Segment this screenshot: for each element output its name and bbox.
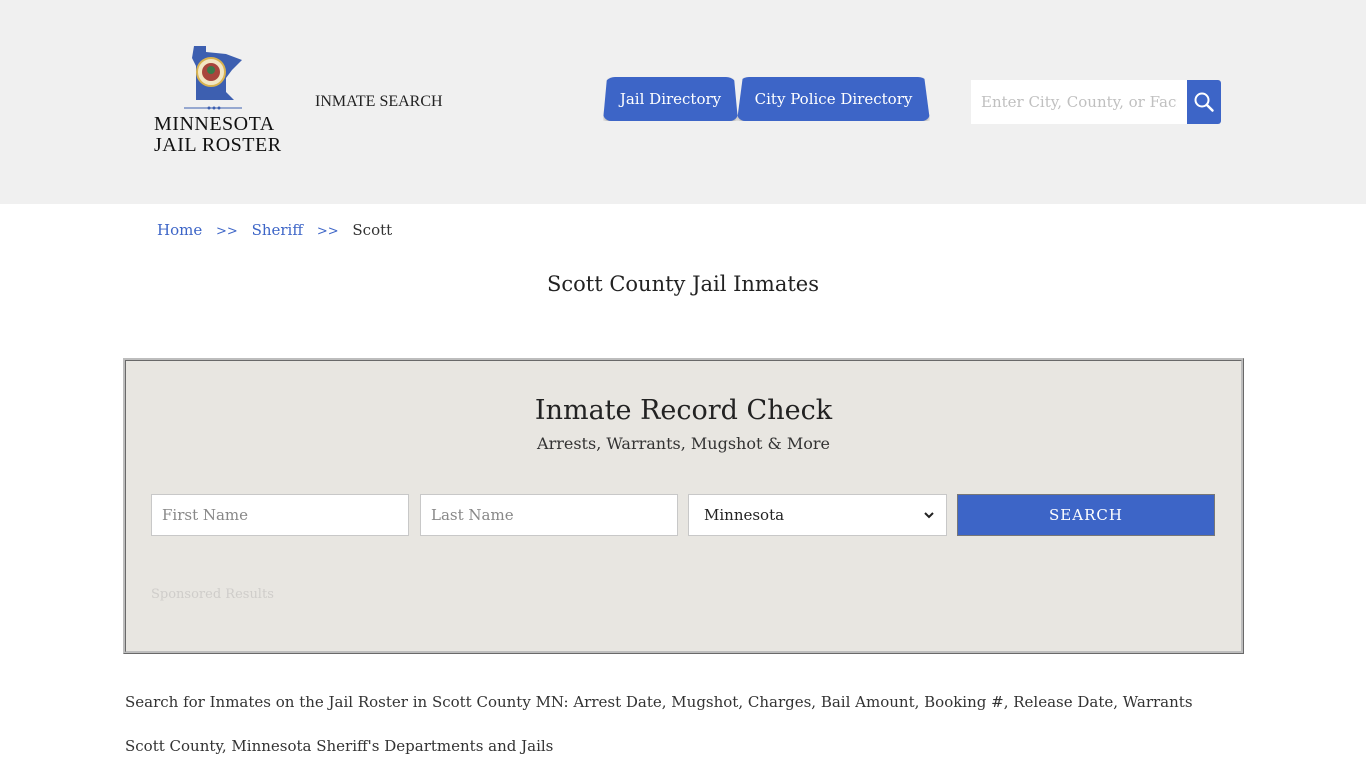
state-select-value: Minnesota — [704, 506, 785, 524]
breadcrumb-current: Scott — [352, 221, 393, 239]
logo-text: MINNESOTA JAIL ROSTER — [154, 114, 284, 156]
record-check-title: Inmate Record Check — [534, 395, 833, 426]
sponsored-results-label: Sponsored Results — [151, 587, 274, 602]
logo-line-1: MINNESOTA — [154, 113, 275, 135]
nav-tab-city-police-directory[interactable]: City Police Directory — [737, 77, 930, 121]
inmate-search-link[interactable]: INMATE SEARCH — [315, 93, 443, 111]
site-search-button[interactable] — [1187, 80, 1221, 124]
site-logo[interactable]: MINNESOTA JAIL ROSTER — [154, 44, 284, 164]
site-search-input[interactable] — [971, 80, 1187, 124]
site-search — [971, 80, 1221, 124]
breadcrumb-sheriff[interactable]: Sheriff — [252, 221, 303, 239]
page-title: Scott County Jail Inmates — [546, 272, 820, 296]
last-name-input[interactable] — [420, 494, 678, 536]
inmate-record-check-panel: Inmate Record Check Arrests, Warrants, M… — [123, 358, 1244, 654]
breadcrumb-home[interactable]: Home — [157, 221, 202, 239]
record-check-subtitle: Arrests, Warrants, Mugshot & More — [537, 434, 830, 453]
breadcrumb-separator: >> — [216, 224, 238, 239]
record-search-button[interactable]: SEARCH — [957, 494, 1215, 536]
breadcrumb-separator: >> — [316, 224, 339, 239]
description-paragraph: Search for Inmates on the Jail Roster in… — [125, 693, 1193, 711]
section-heading-sheriff-departments: Scott County, Minnesota Sheriff's Depart… — [125, 737, 554, 755]
minnesota-state-seal-icon — [184, 46, 242, 110]
first-name-input[interactable] — [151, 494, 409, 536]
breadcrumb: Home >> Sheriff >> Scott — [157, 221, 392, 239]
chevron-down-icon — [924, 512, 934, 519]
site-header: MINNESOTA JAIL ROSTER INMATE SEARCH Jail… — [0, 0, 1366, 204]
state-select[interactable]: Minnesota — [688, 494, 947, 536]
logo-line-2: JAIL ROSTER — [154, 134, 282, 156]
nav-tab-jail-directory[interactable]: Jail Directory — [603, 77, 738, 121]
search-icon — [1194, 92, 1214, 112]
